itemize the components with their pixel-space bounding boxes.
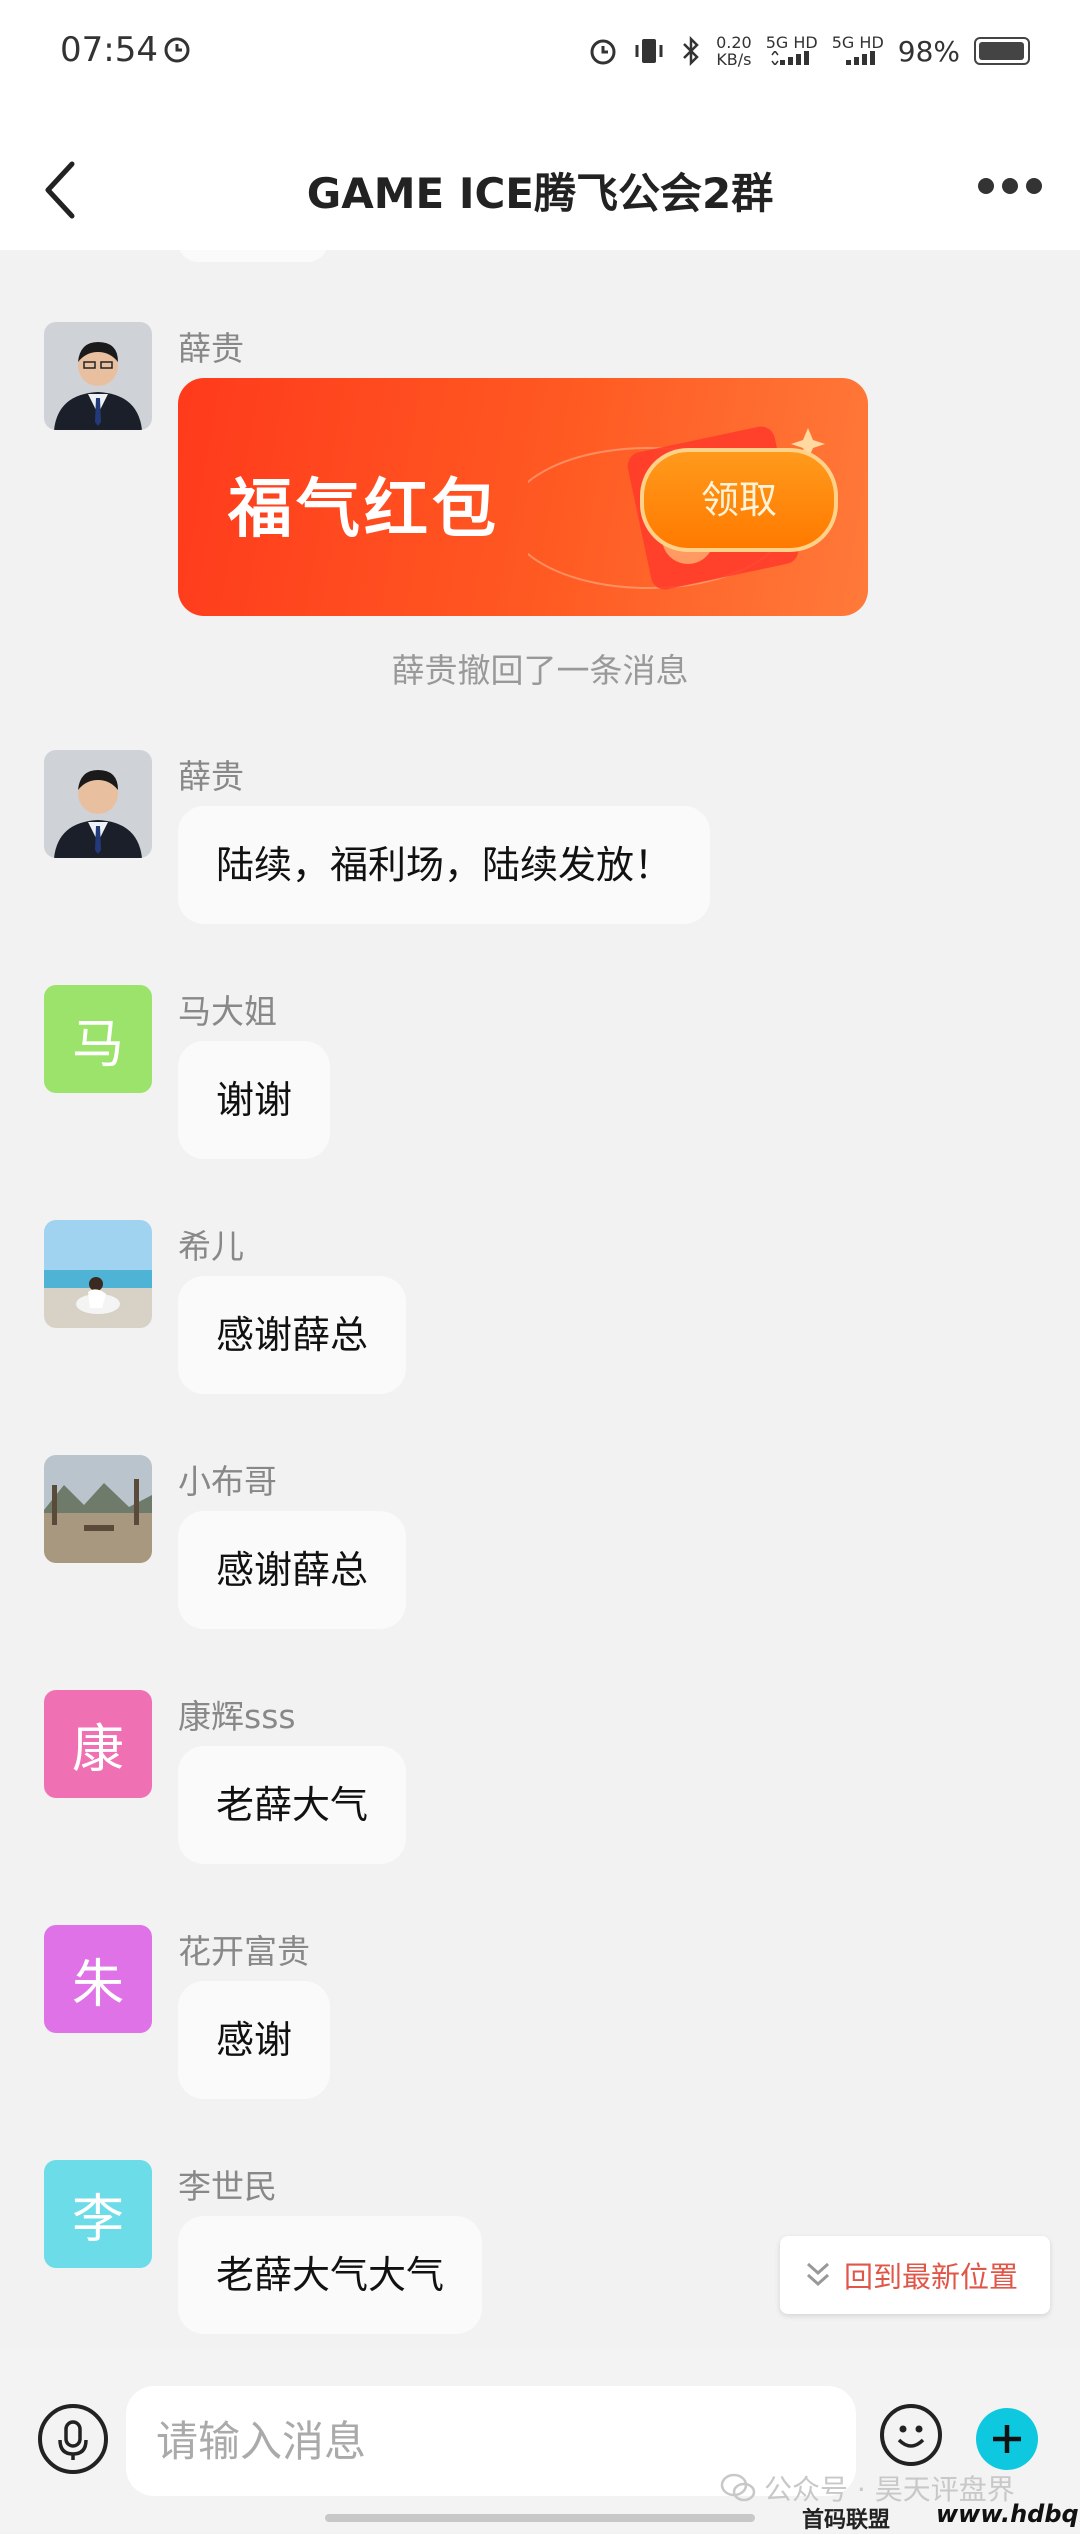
jump-to-latest-button[interactable]: 回到最新位置 xyxy=(780,2236,1050,2314)
avatar[interactable]: 马 xyxy=(44,985,152,1093)
sender-name: 康辉sss xyxy=(178,1697,296,1736)
microphone-icon xyxy=(58,2420,88,2460)
landscape-photo-avatar-icon xyxy=(44,1455,152,1563)
home-indicator[interactable] xyxy=(325,2514,755,2522)
emoji-button[interactable] xyxy=(880,2404,942,2466)
add-attachment-button[interactable] xyxy=(976,2408,1038,2470)
smiley-icon xyxy=(897,2425,925,2448)
previous-message-bubble xyxy=(178,250,328,262)
alarm-icon xyxy=(164,37,190,63)
sender-name: 马大姐 xyxy=(178,992,277,1031)
message-bubble[interactable]: 感谢薛总 xyxy=(178,1511,407,1629)
battery-percent: 98% xyxy=(897,34,960,68)
avatar[interactable]: 康 xyxy=(44,1690,152,1798)
avatar[interactable] xyxy=(44,1220,152,1328)
plus-icon xyxy=(993,2425,1021,2453)
claim-red-packet-button[interactable]: 领取 xyxy=(640,448,838,552)
red-packet-card[interactable]: 福气红包 领取 xyxy=(178,378,868,616)
watermark-url: www.hdbq.cc xyxy=(936,2500,1080,2528)
avatar[interactable] xyxy=(44,750,152,858)
avatar[interactable] xyxy=(44,1455,152,1563)
double-chevron-down-icon xyxy=(806,2262,830,2287)
network-speed: 0.20 KB/s xyxy=(716,33,752,69)
message-bubble[interactable]: 谢谢 xyxy=(178,1041,331,1159)
voice-input-button[interactable] xyxy=(38,2404,108,2474)
status-bar: 07:54 0.20 KB/s 5G HD 5G HD 98% xyxy=(0,0,1080,110)
message-bubble[interactable]: 感谢薛总 xyxy=(178,1276,407,1394)
message-bubble[interactable]: 老薛大气大气 xyxy=(178,2216,483,2334)
sender-name: 薛贵 xyxy=(178,329,244,368)
message-bubble[interactable]: 陆续，福利场，陆续发放！ xyxy=(178,806,711,924)
avatar[interactable]: 李 xyxy=(44,2160,152,2268)
status-time: 07:54 xyxy=(60,30,158,70)
page-title: GAME ICE腾飞公会2群 xyxy=(306,169,774,218)
message-bubble[interactable]: 感谢 xyxy=(178,1981,331,2099)
chat-message-list[interactable]: 薛贵 福气红包 领取 薛贵撤回了一条消息 薛贵 陆续，福利场，陆续发放！ 马 马… xyxy=(0,250,1080,2350)
jump-to-latest-label: 回到最新位置 xyxy=(844,2260,1019,2294)
vibrate-icon xyxy=(635,39,663,63)
sender-name: 李世民 xyxy=(178,2167,277,2206)
more-options-icon[interactable] xyxy=(978,178,1042,194)
wechat-icon xyxy=(720,2473,756,2502)
person-suit-avatar-icon xyxy=(44,750,152,858)
red-packet-title: 福气红包 xyxy=(228,473,500,547)
sim2-signal: 5G HD xyxy=(832,34,884,68)
sender-name: 小布哥 xyxy=(178,1462,277,1501)
message-bubble[interactable]: 老薛大气 xyxy=(178,1746,407,1864)
chat-header: GAME ICE腾飞公会2群 xyxy=(0,110,1080,250)
sim1-signal: 5G HD xyxy=(766,34,818,68)
recall-notice: 薛贵撤回了一条消息 xyxy=(391,651,689,690)
sender-name: 薛贵 xyxy=(178,757,244,796)
sender-name: 希儿 xyxy=(178,1227,244,1266)
avatar[interactable] xyxy=(44,322,152,430)
sender-name: 花开富贵 xyxy=(178,1932,310,1971)
avatar[interactable]: 朱 xyxy=(44,1925,152,2033)
beach-photo-avatar-icon xyxy=(44,1220,152,1328)
person-suit-avatar-icon xyxy=(44,322,152,430)
watermark-brand: 首码联盟 xyxy=(802,2508,891,2533)
alarm-icon xyxy=(590,39,616,65)
signal-icon xyxy=(845,51,875,65)
battery-icon xyxy=(974,37,1030,65)
bluetooth-icon xyxy=(683,36,699,66)
signal-icon xyxy=(771,49,809,67)
